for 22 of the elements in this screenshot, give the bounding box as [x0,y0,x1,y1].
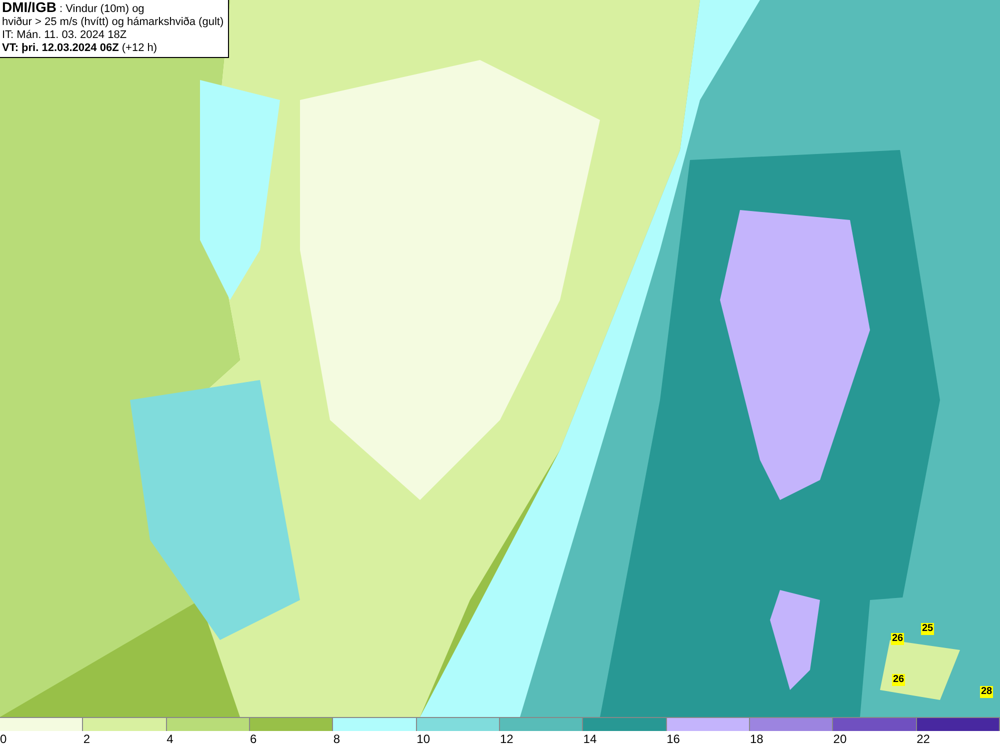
map-title: : Vindur (10m) og [60,3,144,15]
valid-time: VT: þri. 12.03.2024 06Z [2,42,119,54]
gust-label: 28 [980,686,994,698]
scale-label: 18 [750,731,764,747]
source-label: DMI/IGB [2,0,56,15]
scale-label: 20 [833,731,847,747]
scale-label: 2 [83,731,90,747]
scale-label: 0 [0,731,7,747]
scale-label: 22 [916,731,930,747]
gust-label: 26 [892,674,906,686]
map-subtitle: hviður > 25 m/s (hvítt) og hámarkshviða (gult) [2,16,224,28]
scale-label: 16 [666,731,680,747]
gust-label: 25 [921,623,934,635]
scale-label: 14 [583,731,597,747]
scale-label: 6 [250,731,257,747]
forecast-offset: (+12 h) [122,42,158,54]
scale-label: 8 [333,731,340,747]
scale-label: 4 [166,731,174,747]
scale-label: 12 [500,731,514,747]
gust-label: 26 [891,633,904,645]
issue-time: IT: Mán. 11. 03. 2024 18Z [2,29,127,41]
scale-label: 10 [416,731,430,747]
